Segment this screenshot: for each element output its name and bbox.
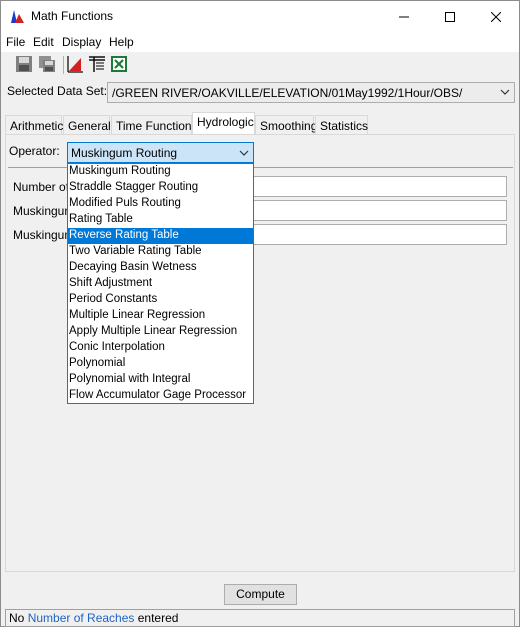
chevron-down-icon: [500, 89, 510, 95]
save-button[interactable]: [15, 55, 35, 75]
dropdown-option[interactable]: Flow Accumulator Gage Processor: [68, 388, 253, 404]
dropdown-option[interactable]: Straddle Stagger Routing: [68, 180, 253, 196]
muskingum-x-label: Muskingum: [13, 228, 75, 242]
save-as-icon: [39, 56, 55, 72]
dropdown-option[interactable]: Two Variable Rating Table: [68, 244, 253, 260]
status-suffix: entered: [134, 611, 179, 625]
plot-icon: [67, 56, 83, 73]
dropdown-option-selected[interactable]: Reverse Rating Table: [68, 228, 253, 244]
dropdown-option[interactable]: Shift Adjustment: [68, 276, 253, 292]
muskingum-k-label: Muskingum: [13, 204, 75, 218]
dropdown-option[interactable]: Apply Multiple Linear Regression: [68, 324, 253, 340]
dataset-value: /GREEN RIVER/OAKVILLE/ELEVATION/01May199…: [112, 86, 463, 100]
tab-smoothing[interactable]: Smoothing: [255, 115, 317, 135]
dropdown-option[interactable]: Modified Puls Routing: [68, 196, 253, 212]
muskingum-k-input[interactable]: [253, 200, 507, 221]
number-of-reaches-input[interactable]: [253, 176, 507, 197]
plot-button[interactable]: [66, 55, 86, 75]
dropdown-option[interactable]: Polynomial: [68, 356, 253, 372]
tab-general[interactable]: General: [63, 115, 111, 135]
tab-hydrologic[interactable]: Hydrologic: [192, 112, 255, 135]
tab-arithmetic[interactable]: Arithmetic: [5, 115, 63, 135]
status-link-number-of-reaches[interactable]: Number of Reaches: [28, 611, 135, 625]
tab-statistics[interactable]: Statistics: [315, 115, 368, 135]
maximize-button[interactable]: [427, 1, 473, 32]
menu-edit[interactable]: Edit: [33, 35, 54, 49]
toolbar-separator: [63, 56, 64, 74]
tabulate-button[interactable]: [88, 55, 108, 75]
menu-bar: File Edit Display Help: [1, 32, 519, 52]
dataset-label: Selected Data Set:: [7, 84, 108, 98]
hec-dss-app-icon: [11, 10, 24, 23]
dropdown-option[interactable]: Rating Table: [68, 212, 253, 228]
operator-select[interactable]: Muskingum Routing: [67, 142, 254, 163]
dropdown-option[interactable]: Muskingum Routing: [68, 164, 253, 180]
chevron-down-icon: [239, 150, 249, 156]
math-functions-window: Math Functions File Edit Display Help Se…: [0, 0, 520, 627]
compute-button[interactable]: Compute: [224, 584, 297, 605]
dropdown-option[interactable]: Period Constants: [68, 292, 253, 308]
close-button[interactable]: [473, 1, 519, 32]
tab-time-functions[interactable]: Time Functions: [111, 115, 198, 135]
number-of-reaches-label: Number of: [13, 180, 70, 194]
window-title: Math Functions: [31, 9, 114, 23]
operator-label: Operator:: [9, 144, 60, 158]
dataset-select[interactable]: /GREEN RIVER/OAKVILLE/ELEVATION/01May199…: [107, 82, 515, 103]
close-icon: [491, 11, 501, 22]
save-icon: [16, 56, 32, 72]
muskingum-x-input[interactable]: [253, 224, 507, 245]
operator-value: Muskingum Routing: [71, 146, 178, 160]
minimize-button[interactable]: [381, 1, 427, 32]
operator-dropdown-list: Muskingum Routing Straddle Stagger Routi…: [67, 163, 254, 404]
table-icon: [89, 56, 105, 72]
dropdown-option[interactable]: Multiple Linear Regression: [68, 308, 253, 324]
toolbar: [1, 52, 519, 79]
menu-file[interactable]: File: [6, 35, 25, 49]
maximize-icon: [445, 11, 455, 22]
dropdown-option[interactable]: Conic Interpolation: [68, 340, 253, 356]
dropdown-option[interactable]: Decaying Basin Wetness: [68, 260, 253, 276]
menu-display[interactable]: Display: [62, 35, 101, 49]
menu-help[interactable]: Help: [109, 35, 134, 49]
status-bar: No Number of Reaches entered: [5, 609, 515, 627]
minimize-icon: [399, 16, 409, 17]
save-as-button[interactable]: [38, 55, 58, 75]
excel-button[interactable]: [110, 55, 130, 75]
dropdown-option[interactable]: Polynomial with Integral: [68, 372, 253, 388]
excel-icon: [111, 56, 127, 72]
title-bar[interactable]: Math Functions: [1, 1, 519, 32]
status-prefix: No: [9, 611, 28, 625]
